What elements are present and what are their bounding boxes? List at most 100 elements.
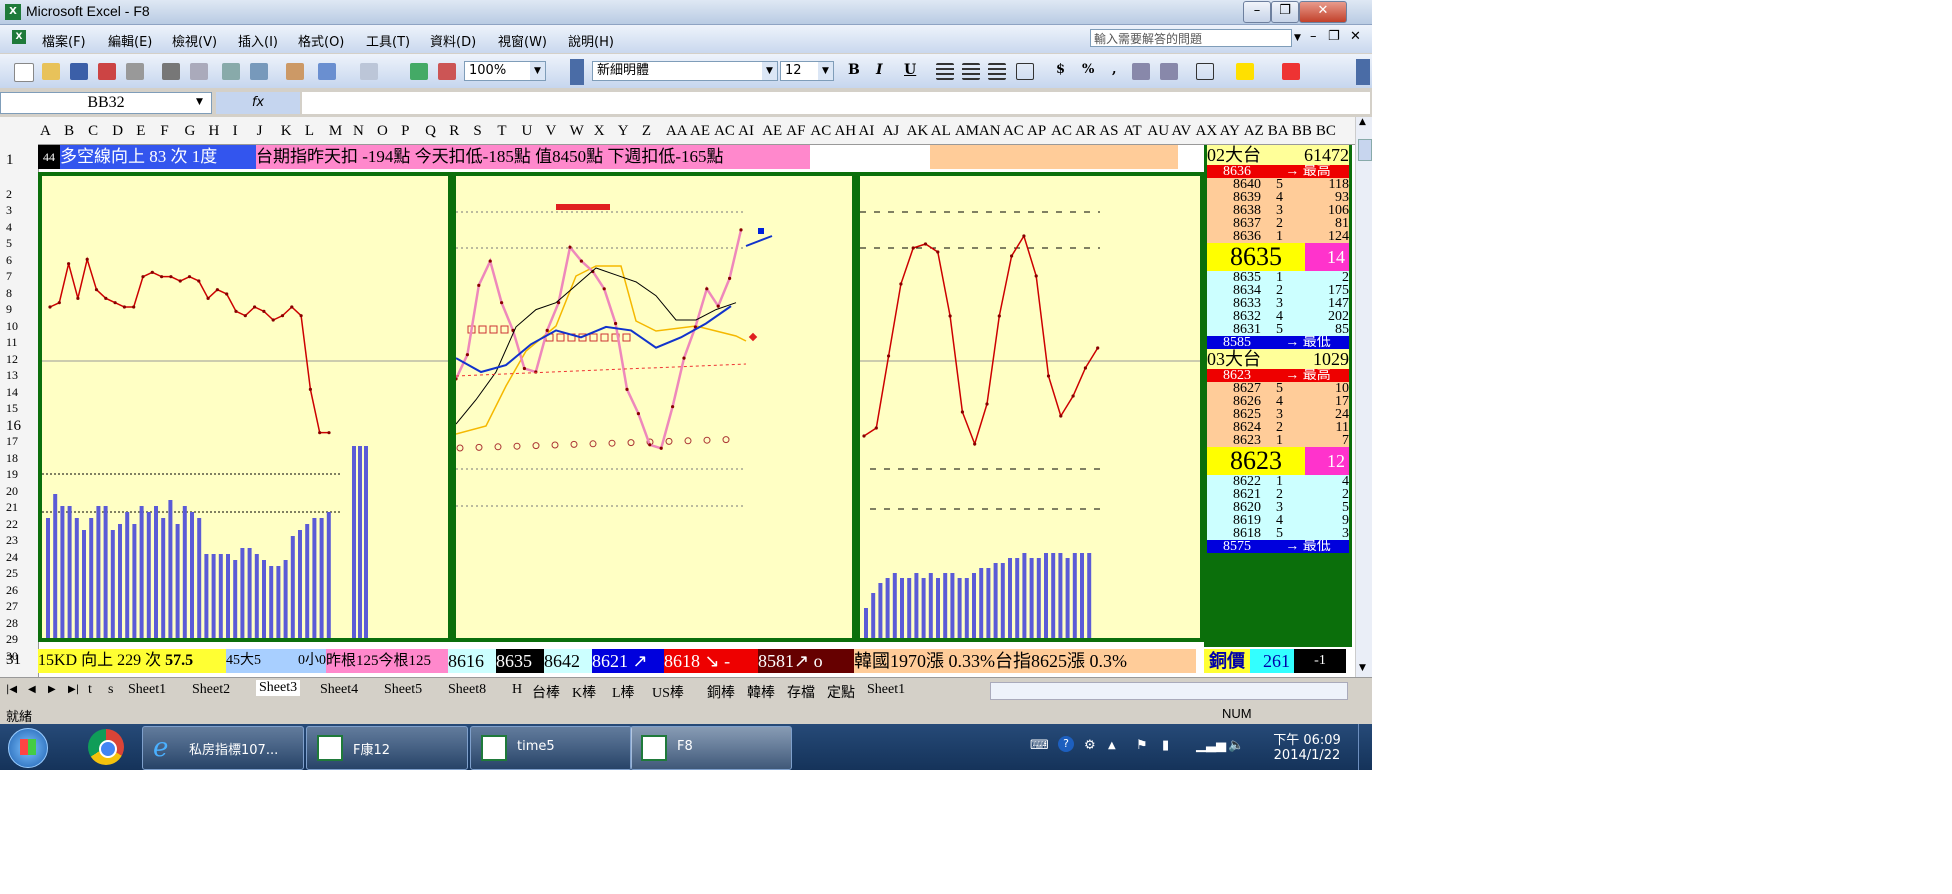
cell-roots[interactable]: 昨根125今根125: [326, 649, 448, 673]
flag-icon[interactable]: ⚑: [1136, 738, 1148, 753]
sheet-tab[interactable]: 台棒: [532, 682, 560, 702]
keyboard-icon[interactable]: ⌨: [1030, 738, 1049, 753]
increase-decimal-icon[interactable]: [1132, 63, 1150, 80]
row-header[interactable]: 8: [6, 286, 12, 301]
minimize-button[interactable]: –: [1243, 1, 1271, 23]
row-header[interactable]: 9: [6, 302, 12, 317]
name-box-dropdown-icon[interactable]: ▼: [196, 97, 203, 107]
column-header[interactable]: AE: [690, 123, 710, 140]
redo-icon[interactable]: [360, 63, 378, 80]
column-header[interactable]: BC: [1316, 123, 1336, 140]
toolbar-options-icon[interactable]: [570, 59, 584, 85]
column-header[interactable]: V: [546, 123, 557, 140]
scroll-up-icon[interactable]: ▲: [1359, 117, 1366, 127]
row-header[interactable]: 15: [6, 401, 18, 416]
column-header[interactable]: G: [184, 123, 195, 140]
column-header[interactable]: K: [281, 123, 292, 140]
cell-b1[interactable]: 多空線向上 83 次 1度: [60, 145, 256, 169]
column-header[interactable]: AT: [1123, 123, 1141, 140]
doc-restore-button[interactable]: ❐: [1328, 29, 1340, 44]
sheet-tab[interactable]: t: [88, 682, 92, 698]
column-header[interactable]: N: [353, 123, 364, 140]
undo-icon[interactable]: [318, 63, 336, 80]
percent-button[interactable]: %: [1082, 62, 1094, 77]
column-header[interactable]: U: [521, 123, 532, 140]
row-header[interactable]: 27: [6, 599, 18, 614]
column-header[interactable]: F: [160, 123, 168, 140]
formula-input[interactable]: [302, 92, 1370, 114]
fill-color-icon[interactable]: [1236, 63, 1254, 80]
row-header[interactable]: 19: [6, 467, 18, 482]
doc-close-button[interactable]: ✕: [1350, 29, 1361, 44]
menu-data[interactable]: 資料(D): [430, 31, 476, 50]
menu-help[interactable]: 說明(H): [568, 31, 614, 50]
column-header[interactable]: Q: [425, 123, 436, 140]
research-icon[interactable]: [250, 63, 268, 80]
row-header[interactable]: 20: [6, 484, 18, 499]
cell-v5[interactable]: 8618 ↘ -: [664, 649, 758, 673]
row-header[interactable]: 28: [6, 616, 18, 631]
column-header[interactable]: D: [112, 123, 123, 140]
start-button[interactable]: [8, 728, 48, 768]
network-icon[interactable]: ▁▃▅: [1196, 738, 1226, 753]
name-box[interactable]: BB32: [0, 92, 212, 114]
sheet-tab[interactable]: Sheet2: [192, 682, 230, 698]
borders-icon[interactable]: [1196, 63, 1214, 80]
row-header[interactable]: 14: [6, 385, 18, 400]
cell-v4[interactable]: 8621 ↗: [592, 649, 664, 673]
print-preview-icon[interactable]: [190, 63, 208, 80]
cell-copper-change[interactable]: -1: [1294, 649, 1346, 673]
sheet-tab[interactable]: Sheet1: [128, 682, 166, 698]
horizontal-scrollbar[interactable]: [990, 682, 1348, 700]
sheet-tab[interactable]: Sheet4: [320, 682, 358, 698]
volume-icon[interactable]: 🔈: [1228, 738, 1244, 753]
column-header[interactable]: AM: [955, 123, 979, 140]
menu-file[interactable]: 檔案(F): [42, 31, 86, 50]
next-sheet-icon[interactable]: ▶: [48, 684, 56, 695]
column-header[interactable]: BA: [1268, 123, 1289, 140]
cell-v1[interactable]: 8616: [448, 649, 496, 673]
row-header[interactable]: 10: [6, 319, 18, 334]
cell-news[interactable]: 韓國1970漲 0.33%台指8625漲 0.3%: [854, 649, 1196, 673]
cell-kd[interactable]: 15KD 向上 229 次 57.5: [38, 649, 226, 673]
column-header[interactable]: AR: [1075, 123, 1096, 140]
column-header[interactable]: AX: [1196, 123, 1218, 140]
menu-view[interactable]: 檢視(V): [172, 31, 217, 50]
column-header[interactable]: AS: [1099, 123, 1118, 140]
taskbar-item-ie[interactable]: e 私房指標107...: [142, 726, 304, 770]
document-icon[interactable]: X: [12, 30, 26, 44]
font-size-select[interactable]: 12 ▼: [780, 61, 834, 81]
scroll-thumb[interactable]: [1358, 139, 1372, 161]
column-header[interactable]: Y: [618, 123, 629, 140]
sheet-tab[interactable]: 定點: [827, 682, 855, 702]
toolbar-options-icon-2[interactable]: [1356, 59, 1370, 85]
row-header[interactable]: 11: [6, 335, 18, 350]
comma-button[interactable]: ,: [1112, 62, 1117, 77]
currency-button[interactable]: $: [1056, 62, 1065, 77]
ask-question-input[interactable]: 輸入需要解答的問題: [1090, 29, 1292, 47]
row-header[interactable]: 7: [6, 269, 12, 284]
row-header[interactable]: 2: [6, 187, 12, 202]
column-header[interactable]: AA: [666, 123, 688, 140]
taskbar-item-excel-3[interactable]: F8: [630, 726, 792, 770]
sheet-tab-active[interactable]: Sheet3: [256, 680, 301, 696]
format-painter-icon[interactable]: [286, 63, 304, 80]
first-sheet-icon[interactable]: |◀: [6, 684, 17, 695]
column-header[interactable]: P: [401, 123, 409, 140]
chrome-icon[interactable]: [88, 729, 124, 765]
sheet-tab[interactable]: 存檔: [787, 682, 815, 702]
column-header[interactable]: AU: [1147, 123, 1169, 140]
column-header[interactable]: AV: [1171, 123, 1191, 140]
row-header[interactable]: 5: [6, 236, 12, 251]
column-header[interactable]: T: [497, 123, 506, 140]
column-header[interactable]: B: [64, 123, 74, 140]
row-header[interactable]: 22: [6, 517, 18, 532]
open-icon[interactable]: [42, 63, 60, 80]
cell-big-small[interactable]: 45大5: [226, 649, 276, 673]
zoom-select[interactable]: 100% ▼: [464, 61, 546, 81]
sheet-tab[interactable]: K棒: [572, 682, 596, 702]
column-header[interactable]: AY: [1220, 123, 1240, 140]
row-header[interactable]: 3: [6, 203, 12, 218]
menu-format[interactable]: 格式(O): [298, 31, 344, 50]
prev-sheet-icon[interactable]: ◀: [28, 684, 36, 695]
